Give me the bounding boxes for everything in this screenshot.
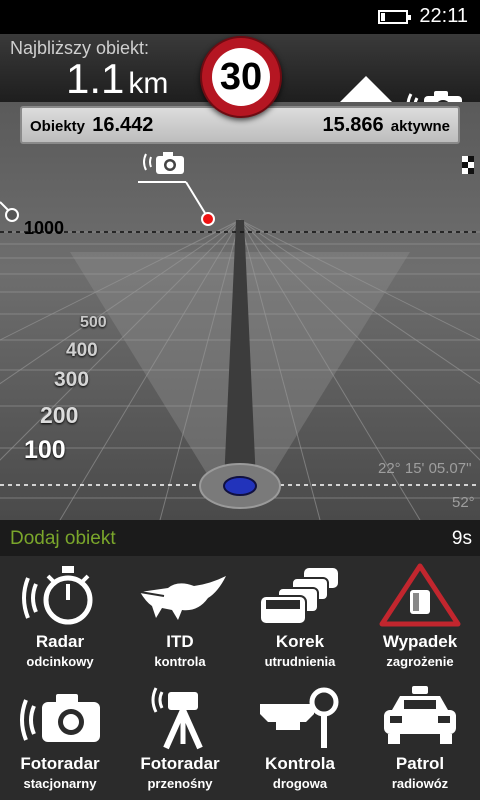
- add-traffic-jam-button[interactable]: Korek utrudnienia: [240, 556, 360, 678]
- tile-title: ITD: [166, 632, 194, 651]
- tile-title: Patrol: [395, 754, 445, 773]
- section-radar-icon: [22, 566, 93, 625]
- add-itd-control-button[interactable]: ITD kontrola: [120, 556, 240, 678]
- crocodile-icon: [139, 576, 226, 620]
- tile-title: Wypadek: [382, 632, 458, 651]
- speed-limit-sign: 30: [200, 36, 282, 118]
- add-mobile-camera-button[interactable]: Fotoradar przenośny: [120, 678, 240, 800]
- scale-label-200: 200: [40, 402, 79, 428]
- tile-subtitle: drogowa: [272, 776, 328, 791]
- status-bar: 22:11: [0, 0, 480, 34]
- scale-label-300: 300: [54, 368, 90, 391]
- add-section-radar-button[interactable]: Radar odcinkowy: [0, 556, 120, 678]
- mobile-camera-icon: [151, 687, 203, 750]
- coordinate-readout: 22° 15' 05.07": [378, 460, 472, 477]
- add-object-bar: Dodaj obiekt 9s: [0, 520, 480, 556]
- add-accident-button[interactable]: Wypadek zagrożenie: [360, 556, 480, 678]
- scale-label-500: 500: [80, 314, 107, 331]
- objects-total-value: 16.442: [92, 114, 154, 136]
- active-label: aktywne: [390, 118, 450, 135]
- status-time: 22:11: [419, 5, 468, 27]
- coordinate-readout-secondary: 52°: [452, 494, 475, 511]
- add-fixed-camera-button[interactable]: Fotoradar stacjonarny: [0, 678, 120, 800]
- radar-map-view[interactable]: 1000 500 400 300 200 100 22° 15' 05.07" …: [0, 102, 480, 520]
- tile-subtitle: utrudnienia: [264, 654, 336, 669]
- distance-value: 1.1: [66, 55, 125, 102]
- police-car-icon: [384, 686, 456, 744]
- map-object-camera[interactable]: [138, 152, 215, 226]
- tile-subtitle: odcinkowy: [26, 654, 94, 669]
- auto-close-timer: 9s: [451, 528, 472, 549]
- object-type-grid: Radar odcinkowy ITD kontrola Korek utrud…: [0, 556, 480, 800]
- tile-subtitle: przenośny: [147, 776, 213, 791]
- add-road-control-button[interactable]: Kontrola drogowa: [240, 678, 360, 800]
- current-position-marker: [199, 463, 281, 509]
- checkered-flag-icon: [462, 156, 474, 174]
- map-object-marker[interactable]: [0, 201, 19, 222]
- add-object-title: Dodaj obiekt: [10, 528, 116, 549]
- accident-warning-icon: [379, 563, 461, 627]
- scale-label-400: 400: [66, 340, 98, 361]
- scale-label-1000: 1000: [24, 218, 65, 238]
- perspective-grid: [0, 152, 480, 520]
- active-count-value: 15.866: [322, 114, 384, 136]
- tile-title: Fotoradar: [20, 754, 100, 773]
- battery-icon: [378, 10, 411, 24]
- objects-active: 15.866 aktywne: [322, 114, 450, 137]
- traffic-jam-icon: [259, 568, 338, 625]
- scale-label-100: 100: [24, 436, 66, 464]
- tile-subtitle: radiowóz: [391, 776, 449, 791]
- speed-limit-value: 30: [212, 48, 270, 106]
- objects-total: Obiekty 16.442: [30, 114, 153, 137]
- tile-subtitle: stacjonarny: [23, 776, 97, 791]
- objects-label: Obiekty: [30, 118, 86, 135]
- tile-subtitle: zagrożenie: [386, 654, 454, 669]
- nearest-object-distance: 1.1 km: [66, 56, 168, 107]
- police-control-icon: [260, 687, 339, 748]
- tile-title: Korek: [275, 632, 325, 651]
- tile-title: Fotoradar: [140, 754, 220, 773]
- fixed-camera-icon: [20, 694, 100, 742]
- tile-subtitle: kontrola: [154, 654, 206, 669]
- tile-title: Radar: [35, 632, 85, 651]
- distance-unit: km: [128, 67, 169, 100]
- add-police-patrol-button[interactable]: Patrol radiowóz: [360, 678, 480, 800]
- tile-title: Kontrola: [265, 754, 335, 773]
